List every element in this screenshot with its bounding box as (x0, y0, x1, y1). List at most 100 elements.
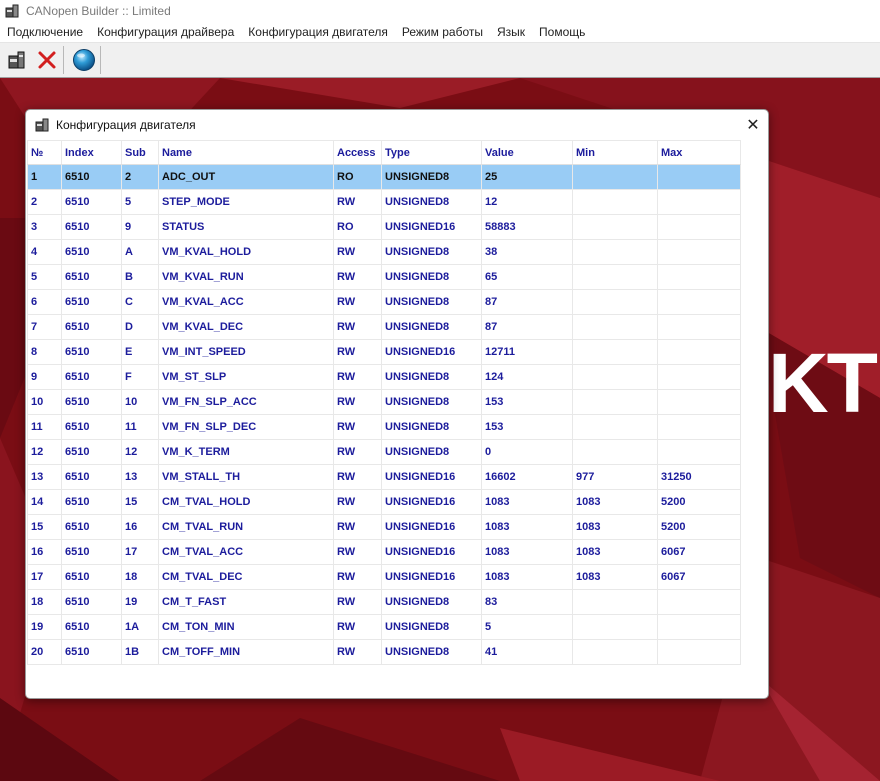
column-header-index[interactable]: Index (61, 140, 122, 165)
cell-name: VM_KVAL_HOLD (158, 239, 334, 265)
cell-min (572, 239, 658, 265)
cell-value[interactable]: 124 (481, 364, 573, 390)
table-row[interactable]: 11 6510 11 VM_FN_SLP_DEC RW UNSIGNED8 153 (27, 414, 741, 440)
motor-config-window: Конфигурация двигателя ✕ № Index Sub Nam… (25, 109, 769, 699)
cell-access: RW (333, 264, 382, 290)
column-header-max[interactable]: Max (657, 140, 741, 165)
cell-value[interactable]: 87 (481, 289, 573, 315)
table-header-row: № Index Sub Name Access Type Value Min M… (27, 140, 741, 165)
cell-value[interactable]: 0 (481, 439, 573, 465)
cell-number: 9 (27, 364, 62, 390)
table-row[interactable]: 18 6510 19 CM_T_FAST RW UNSIGNED8 83 (27, 589, 741, 615)
column-header-access[interactable]: Access (333, 140, 382, 165)
cell-value[interactable]: 38 (481, 239, 573, 265)
cell-name: VM_ST_SLP (158, 364, 334, 390)
cell-value[interactable]: 12711 (481, 339, 573, 365)
cell-access: RW (333, 564, 382, 590)
cell-type: UNSIGNED16 (381, 214, 482, 240)
table-row[interactable]: 6 6510 C VM_KVAL_ACC RW UNSIGNED8 87 (27, 289, 741, 315)
cell-index: 6510 (61, 289, 122, 315)
table-row[interactable]: 10 6510 10 VM_FN_SLP_ACC RW UNSIGNED8 153 (27, 389, 741, 415)
cell-index: 6510 (61, 164, 122, 190)
cell-value[interactable]: 58883 (481, 214, 573, 240)
cell-index: 6510 (61, 464, 122, 490)
cell-value[interactable]: 153 (481, 389, 573, 415)
table-row[interactable]: 12 6510 12 VM_K_TERM RW UNSIGNED8 0 (27, 439, 741, 465)
cell-value[interactable]: 87 (481, 314, 573, 340)
cell-name: CM_T_FAST (158, 589, 334, 615)
cell-index: 6510 (61, 339, 122, 365)
window-titlebar[interactable]: Конфигурация двигателя (26, 110, 768, 140)
table-row[interactable]: 16 6510 17 CM_TVAL_ACC RW UNSIGNED16 1083 1083 6… (27, 539, 741, 565)
cell-number: 8 (27, 339, 62, 365)
cell-value[interactable]: 1083 (481, 489, 573, 515)
menu-connection[interactable]: Подключение (0, 22, 90, 42)
table-row[interactable]: 13 6510 13 VM_STALL_TH RW UNSIGNED16 16602 977 3… (27, 464, 741, 490)
cell-value[interactable]: 12 (481, 189, 573, 215)
cell-sub: 12 (121, 439, 159, 465)
cell-value[interactable]: 41 (481, 639, 573, 665)
cell-name: VM_STALL_TH (158, 464, 334, 490)
table-row[interactable]: 8 6510 E VM_INT_SPEED RW UNSIGNED16 12711 (27, 339, 741, 365)
cell-type: UNSIGNED16 (381, 339, 482, 365)
table-row[interactable]: 5 6510 B VM_KVAL_RUN RW UNSIGNED8 65 (27, 264, 741, 290)
cell-index: 6510 (61, 589, 122, 615)
cell-min: 977 (572, 464, 658, 490)
cell-access: RW (333, 439, 382, 465)
cell-value[interactable]: 5 (481, 614, 573, 640)
window-app-icon (35, 118, 49, 132)
cell-sub: 10 (121, 389, 159, 415)
cell-value[interactable]: 153 (481, 414, 573, 440)
globe-button[interactable] (71, 47, 97, 73)
cell-number: 11 (27, 414, 62, 440)
disconnect-button[interactable] (34, 47, 60, 73)
menu-motor-config[interactable]: Конфигурация двигателя (241, 22, 395, 42)
cell-number: 2 (27, 189, 62, 215)
cell-sub: 18 (121, 564, 159, 590)
table-row[interactable]: 19 6510 1A CM_TON_MIN RW UNSIGNED8 5 (27, 614, 741, 640)
cell-value[interactable]: 16602 (481, 464, 573, 490)
connect-button[interactable] (4, 47, 30, 73)
column-header-value[interactable]: Value (481, 140, 573, 165)
cell-max (657, 264, 741, 290)
cell-value[interactable]: 65 (481, 264, 573, 290)
table-row[interactable]: 3 6510 9 STATUS RO UNSIGNED16 58883 (27, 214, 741, 240)
table-row[interactable]: 17 6510 18 CM_TVAL_DEC RW UNSIGNED16 1083 1083 6… (27, 564, 741, 590)
cell-min: 1083 (572, 564, 658, 590)
cell-min (572, 214, 658, 240)
cell-name: ADC_OUT (158, 164, 334, 190)
cell-value[interactable]: 1083 (481, 514, 573, 540)
column-header-type[interactable]: Type (381, 140, 482, 165)
cell-number: 20 (27, 639, 62, 665)
table-row[interactable]: 20 6510 1B CM_TOFF_MIN RW UNSIGNED8 41 (27, 639, 741, 665)
menu-driver-config[interactable]: Конфигурация драйвера (90, 22, 241, 42)
cell-value[interactable]: 1083 (481, 539, 573, 565)
cell-type: UNSIGNED8 (381, 639, 482, 665)
menu-language[interactable]: Язык (490, 22, 532, 42)
table-row[interactable]: 2 6510 5 STEP_MODE RW UNSIGNED8 12 (27, 189, 741, 215)
close-button[interactable]: ✕ (742, 114, 764, 136)
cell-access: RW (333, 289, 382, 315)
menu-help[interactable]: Помощь (532, 22, 592, 42)
cell-value[interactable]: 83 (481, 589, 573, 615)
cell-access: RW (333, 614, 382, 640)
cell-max: 5200 (657, 489, 741, 515)
cell-value[interactable]: 1083 (481, 564, 573, 590)
column-header-number[interactable]: № (27, 140, 62, 165)
cell-access: RW (333, 514, 382, 540)
column-header-sub[interactable]: Sub (121, 140, 159, 165)
column-header-min[interactable]: Min (572, 140, 658, 165)
table-row[interactable]: 15 6510 16 CM_TVAL_RUN RW UNSIGNED16 1083 1083 5… (27, 514, 741, 540)
table-row[interactable]: 4 6510 A VM_KVAL_HOLD RW UNSIGNED8 38 (27, 239, 741, 265)
table-row[interactable]: 14 6510 15 CM_TVAL_HOLD RW UNSIGNED16 1083 1083… (27, 489, 741, 515)
cell-name: CM_TVAL_HOLD (158, 489, 334, 515)
table-row[interactable]: 7 6510 D VM_KVAL_DEC RW UNSIGNED8 87 (27, 314, 741, 340)
cell-value[interactable]: 25 (481, 164, 573, 190)
table-row[interactable]: 9 6510 F VM_ST_SLP RW UNSIGNED8 124 (27, 364, 741, 390)
column-header-name[interactable]: Name (158, 140, 334, 165)
cell-access: RW (333, 239, 382, 265)
table-row[interactable]: 1 6510 2 ADC_OUT RO UNSIGNED8 25 (27, 164, 741, 190)
cell-index: 6510 (61, 389, 122, 415)
menu-operating-mode[interactable]: Режим работы (395, 22, 490, 42)
cell-min: 1083 (572, 539, 658, 565)
